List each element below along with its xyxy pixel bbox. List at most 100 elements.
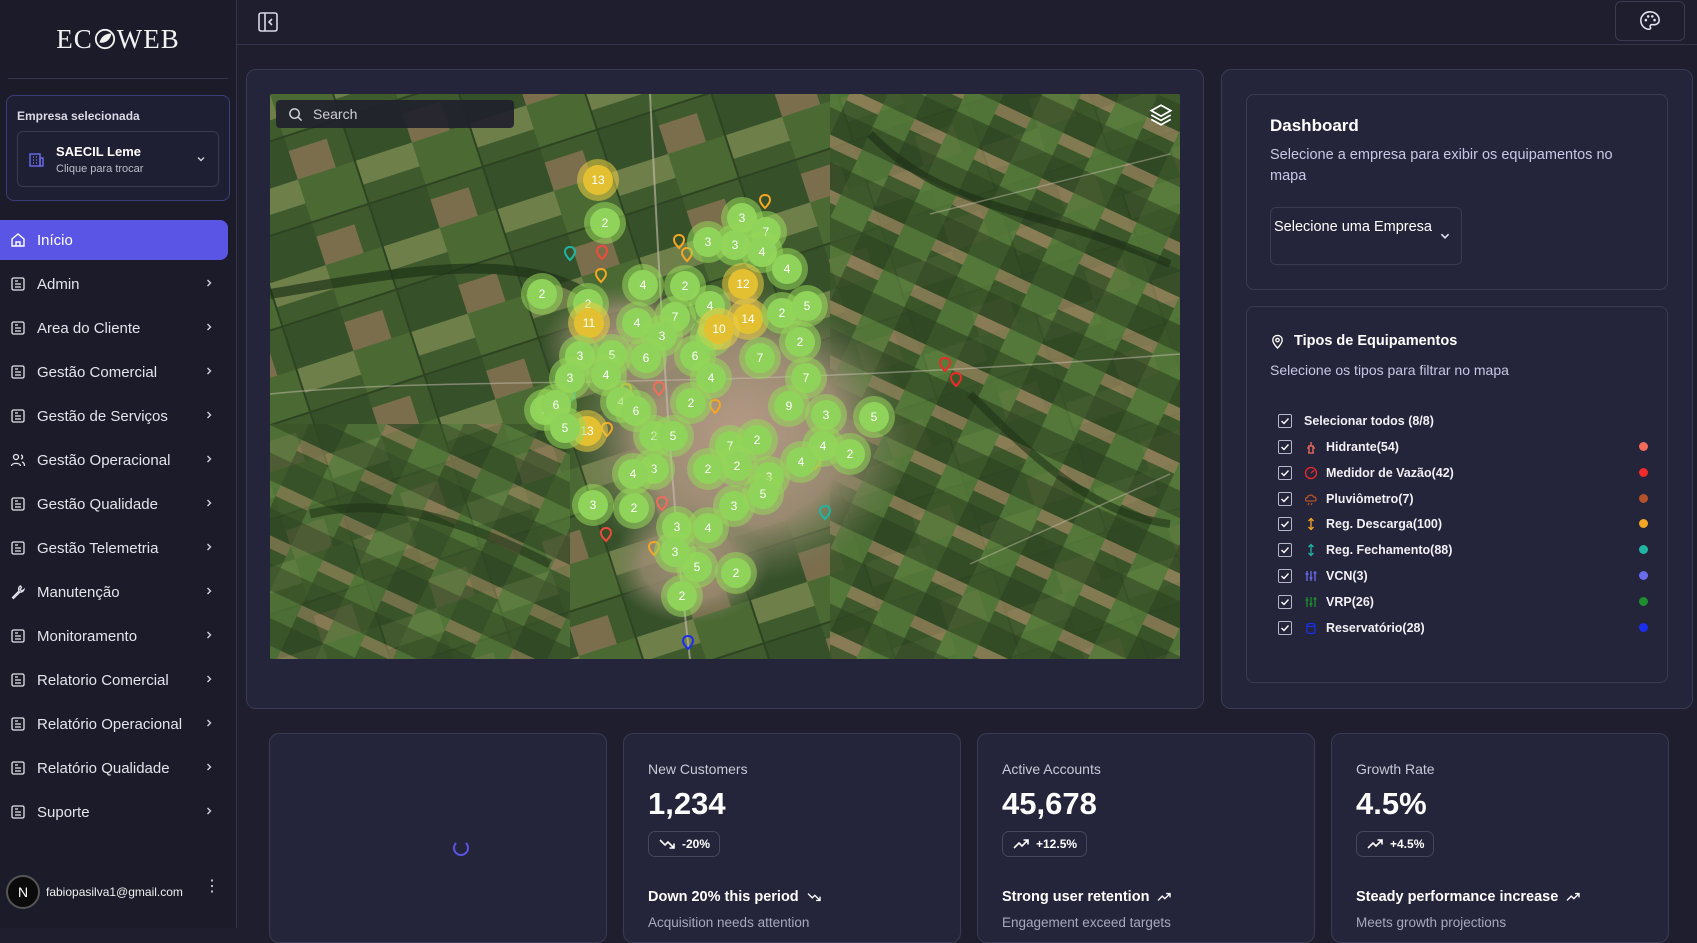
sidebar-item-12[interactable]: Relatório Qualidade: [0, 748, 228, 788]
sidebar-item-11[interactable]: Relatório Operacional: [0, 704, 228, 744]
map-cluster-count: 12: [736, 277, 750, 291]
map-search-input[interactable]: Search: [276, 100, 514, 128]
sidebar-item-6[interactable]: Gestão Qualidade: [0, 484, 228, 524]
sidebar-item-9[interactable]: Monitoramento: [0, 616, 228, 656]
equipment-type-row[interactable]: VCN(3): [1278, 566, 1648, 586]
chevron-down-icon: [1440, 233, 1450, 239]
map-cluster[interactable]: 3: [687, 221, 729, 263]
sidebar-item-label: Suporte: [37, 803, 90, 821]
map-cluster[interactable]: 2: [687, 448, 729, 490]
map-cluster[interactable]: 2: [521, 273, 563, 315]
chevron-right-icon: [207, 411, 212, 419]
equipment-type-row[interactable]: Reservatório(28): [1278, 618, 1648, 638]
sidebar-item-5[interactable]: Gestão Operacional: [0, 440, 228, 480]
arrows-vertical-icon: [1308, 517, 1314, 531]
sidebar-item-7[interactable]: Gestão Telemetria: [0, 528, 228, 568]
map-cluster[interactable]: 9: [768, 385, 810, 427]
map-cluster-count: 9: [786, 399, 793, 413]
layers-icon[interactable]: [1148, 102, 1174, 128]
equipment-types-box: Tipos de Equipamentos Selecione os tipos…: [1246, 306, 1668, 683]
map-cluster[interactable]: 4: [622, 264, 664, 306]
top-bar: [237, 0, 1697, 45]
map-cluster[interactable]: 7: [739, 337, 781, 379]
map-cluster[interactable]: 3: [572, 484, 614, 526]
company-select[interactable]: Selecione uma Empresa: [1270, 207, 1462, 265]
equipment-type-row[interactable]: Pluviômetro(7): [1278, 489, 1648, 509]
chevron-right-icon: [207, 367, 212, 375]
map-cluster-count: 2: [847, 447, 854, 461]
page-icon: [11, 761, 25, 775]
equipment-type-row[interactable]: Hidrante(54): [1278, 437, 1648, 457]
map-cluster-count: 11: [583, 316, 596, 330]
map-cluster[interactable]: 13: [577, 159, 619, 201]
sidebar-item-10[interactable]: Relatorio Comercial: [0, 660, 228, 700]
cloud-rain-icon: [1304, 494, 1317, 505]
equipment-type-checkbox[interactable]: [1278, 620, 1292, 635]
stat-value: 1,234: [648, 786, 726, 821]
avatar[interactable]: N: [6, 875, 40, 909]
equipment-type-label: Hidrante(54): [1326, 440, 1399, 454]
stat-badge-value: -20%: [682, 837, 711, 851]
equipment-type-checkbox[interactable]: [1278, 491, 1292, 506]
map-cluster[interactable]: 5: [786, 285, 828, 327]
more-vertical-icon[interactable]: ⋮: [204, 879, 220, 895]
equipment-type-row[interactable]: Reg. Fechamento(88): [1278, 540, 1648, 560]
equipment-type-checkbox[interactable]: [1278, 569, 1292, 583]
sliders-icon: [1305, 596, 1317, 607]
sidebar-item-label: Gestão Comercial: [37, 363, 158, 381]
sidebar-item-1[interactable]: Admin: [0, 264, 228, 304]
map-cluster[interactable]: 2: [779, 321, 821, 363]
map-cluster-count: 5: [871, 410, 878, 424]
map-cluster-count: 2: [631, 501, 638, 515]
sidebar-toggle-icon[interactable]: [257, 11, 279, 33]
equipment-type-checkbox[interactable]: [1278, 543, 1292, 558]
chevron-right-icon: [207, 719, 212, 727]
building-icon: [29, 153, 44, 167]
equipment-type-row[interactable]: Reg. Descarga(100): [1278, 514, 1648, 534]
sidebar-item-8[interactable]: Manutenção: [0, 572, 228, 612]
map-cluster[interactable]: 2: [584, 202, 626, 244]
map-cluster[interactable]: 3: [654, 531, 696, 573]
satellite-map[interactable]: 1323733442242121147414253510235667344723…: [270, 94, 1180, 659]
check-icon: [1281, 469, 1290, 477]
sidebar-item-3[interactable]: Gestão Comercial: [0, 352, 228, 392]
select-all-checkbox[interactable]: [1278, 414, 1292, 428]
sidebar-item-2[interactable]: Area do Cliente: [0, 308, 228, 348]
equipment-color-dot: [1639, 545, 1648, 555]
chevron-right-icon: [207, 807, 212, 815]
map-view[interactable]: 1323733442242121147414253510235667344723…: [270, 94, 1180, 659]
equipment-type-label: VRP(26): [1326, 594, 1374, 609]
map-cluster-count: 5: [760, 487, 767, 501]
sidebar-item-13[interactable]: Suporte: [0, 792, 228, 832]
sidebar-item-0[interactable]: Início: [0, 220, 228, 260]
map-cluster[interactable]: 2: [661, 575, 703, 617]
check-icon: [1281, 573, 1290, 580]
map-cluster[interactable]: 5: [544, 407, 586, 449]
select-all-row[interactable]: Selecionar todos (8/8): [1278, 411, 1648, 431]
stat-footer-text: Down 20% this period: [648, 889, 799, 905]
map-cluster[interactable]: 2: [829, 433, 871, 475]
chevron-right-icon: [207, 543, 212, 551]
equipment-type-row[interactable]: Medidor de Vazão(42): [1278, 463, 1648, 483]
map-cluster[interactable]: 5: [853, 396, 895, 438]
dashboard-subtitle: Selecione a empresa para exibir os equip…: [1270, 147, 1613, 184]
equipment-type-checkbox[interactable]: [1278, 440, 1292, 454]
map-cluster[interactable]: 6: [625, 337, 667, 379]
theme-button[interactable]: [1615, 1, 1685, 41]
map-cluster[interactable]: 4: [766, 248, 808, 290]
dashboard-box: Dashboard Selecione a empresa para exibi…: [1246, 94, 1668, 290]
map-cluster-count: 7: [757, 351, 764, 365]
map-pin-icon: [1272, 334, 1283, 349]
sidebar-item-4[interactable]: Gestão de Serviços: [0, 396, 228, 436]
map-cluster[interactable]: 2: [715, 552, 757, 594]
map-cluster[interactable]: 5: [742, 473, 784, 515]
equipment-type-checkbox[interactable]: [1278, 517, 1292, 532]
equipment-type-checkbox[interactable]: [1278, 465, 1292, 480]
equipment-type-label: Pluviômetro(7): [1326, 491, 1414, 506]
map-cluster[interactable]: 2: [613, 487, 655, 529]
user-menu[interactable]: N fabiopasilva1@gmail.com ⋮: [0, 872, 236, 912]
company-switcher[interactable]: SAECIL Leme Clique para trocar: [17, 131, 219, 187]
equipment-type-checkbox[interactable]: [1278, 594, 1292, 609]
map-cluster-count: 2: [754, 433, 761, 447]
equipment-type-row[interactable]: VRP(26): [1278, 592, 1648, 612]
